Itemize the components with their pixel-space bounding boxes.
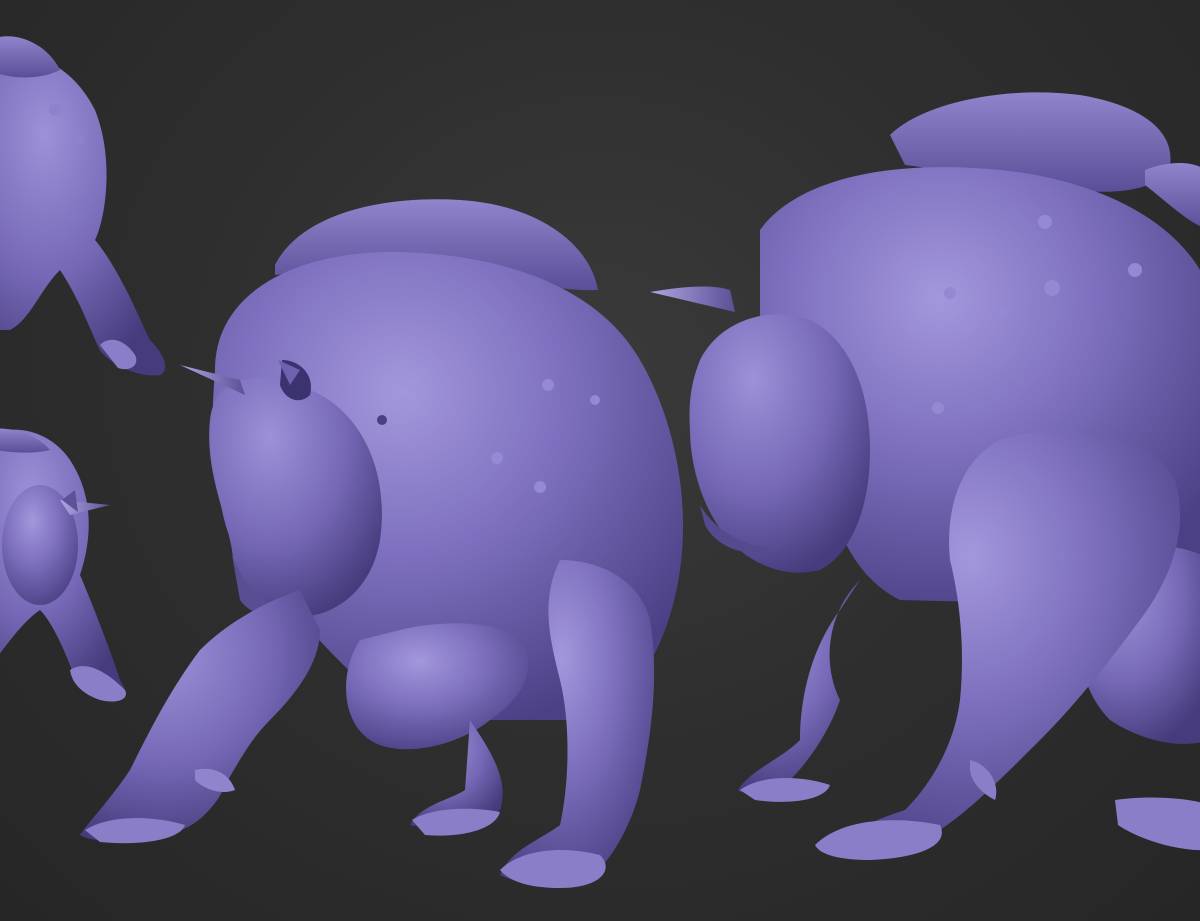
- creature-small-top-left: [0, 36, 166, 376]
- sculpt-render: [0, 36, 1200, 888]
- creature-small-bottom-left: [0, 428, 126, 702]
- sculpt-viewport[interactable]: [0, 0, 1200, 921]
- creature-large-right: [650, 92, 1200, 860]
- creature-center: [80, 199, 684, 888]
